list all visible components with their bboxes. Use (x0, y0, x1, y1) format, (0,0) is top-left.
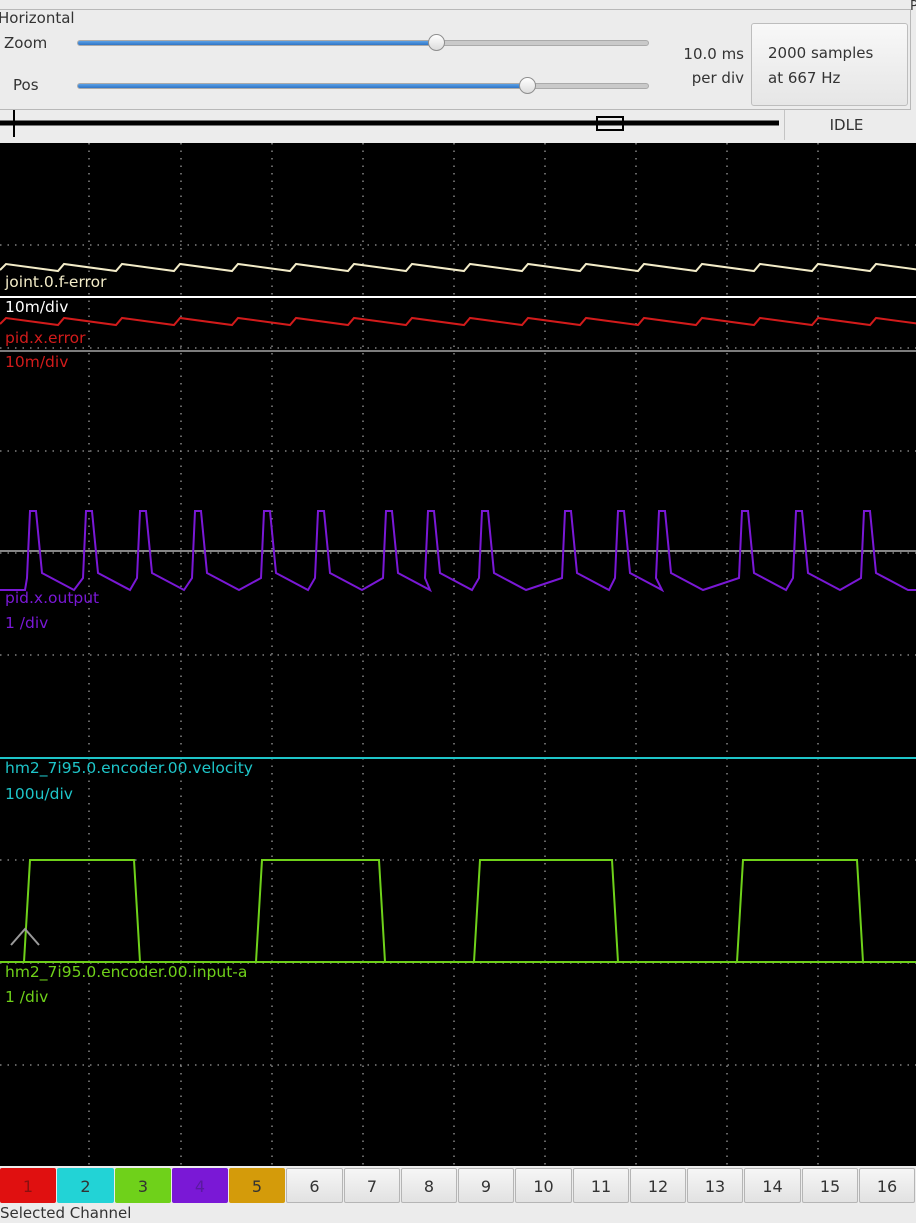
sample-rate-text: at 667 Hz (768, 69, 841, 87)
channel-button-16[interactable]: 16 (859, 1168, 915, 1203)
trace-scale-encoder-velocity: 100u/div (5, 785, 73, 803)
waveform-canvas (0, 143, 916, 1166)
channel-button-7[interactable]: 7 (344, 1168, 400, 1203)
time-per-div-value: 10.0 ms (683, 45, 744, 63)
channel-button-11[interactable]: 11 (573, 1168, 629, 1203)
trace-scale-joint-f-error: 10m/div (5, 298, 69, 316)
channel-button-10[interactable]: 10 (515, 1168, 572, 1203)
right-edge-frame-title: P (910, 0, 916, 14)
pos-slider-track[interactable] (77, 83, 649, 89)
trace-name-encoder-velocity: hm2_7i95.0.encoder.00.velocity (5, 759, 253, 777)
channel-button-12[interactable]: 12 (630, 1168, 686, 1203)
record-position-strip[interactable] (0, 109, 784, 141)
channel-button-15[interactable]: 15 (802, 1168, 858, 1203)
channel-button-14[interactable]: 14 (744, 1168, 801, 1203)
zoom-slider-track[interactable] (77, 40, 649, 46)
channel-button-3[interactable]: 3 (115, 1168, 171, 1203)
trace-encoder-input-a (0, 859, 916, 963)
channel-button-13[interactable]: 13 (687, 1168, 743, 1203)
zoom-slider-handle[interactable] (428, 34, 446, 51)
frame-title: Horizontal (0, 10, 79, 27)
trace-name-pid-output: pid.x.output (5, 589, 100, 607)
selected-channel-label: Selected Channel (0, 1204, 132, 1222)
time-per-div-unit: per div (691, 69, 744, 87)
channel-button-4[interactable]: 4 (172, 1168, 228, 1203)
zoom-slider-fill (78, 41, 438, 45)
zoom-label: Zoom (4, 34, 48, 52)
pos-slider-fill (78, 84, 529, 88)
channel-button-1[interactable]: 1 (0, 1168, 56, 1203)
run-state-button[interactable]: IDLE (784, 110, 908, 140)
trace-scale-encoder-input-a: 1 /div (5, 988, 49, 1006)
scope-display[interactable]: joint.0.f-error 10m/div pid.x.error 10m/… (0, 143, 916, 1166)
trace-name-encoder-input-a: hm2_7i95.0.encoder.00.input-a (5, 963, 248, 981)
channel-button-5[interactable]: 5 (229, 1168, 285, 1203)
trace-name-joint-f-error: joint.0.f-error (5, 273, 107, 291)
channel-button-9[interactable]: 9 (458, 1168, 514, 1203)
channel-button-6[interactable]: 6 (286, 1168, 343, 1203)
trace-pid-error (0, 316, 916, 327)
trace-scale-pid-error: 10m/div (5, 353, 69, 371)
trace-scale-pid-output: 1 /div (5, 614, 49, 632)
channel-selector-bar: 1 2 3 4 5 6 7 8 9 10 11 12 13 14 15 16 (0, 1168, 916, 1204)
channel-button-2[interactable]: 2 (57, 1168, 114, 1203)
trace-joint-f-error (0, 262, 916, 273)
acquire-settings-button[interactable]: 2000 samples at 667 Hz (751, 23, 908, 106)
time-per-div-readout: 10.0 ms per div (662, 42, 744, 90)
pos-label: Pos (13, 76, 39, 94)
sample-count-text: 2000 samples (768, 44, 874, 62)
trace-name-pid-error: pid.x.error (5, 329, 86, 347)
channel-button-8[interactable]: 8 (401, 1168, 457, 1203)
